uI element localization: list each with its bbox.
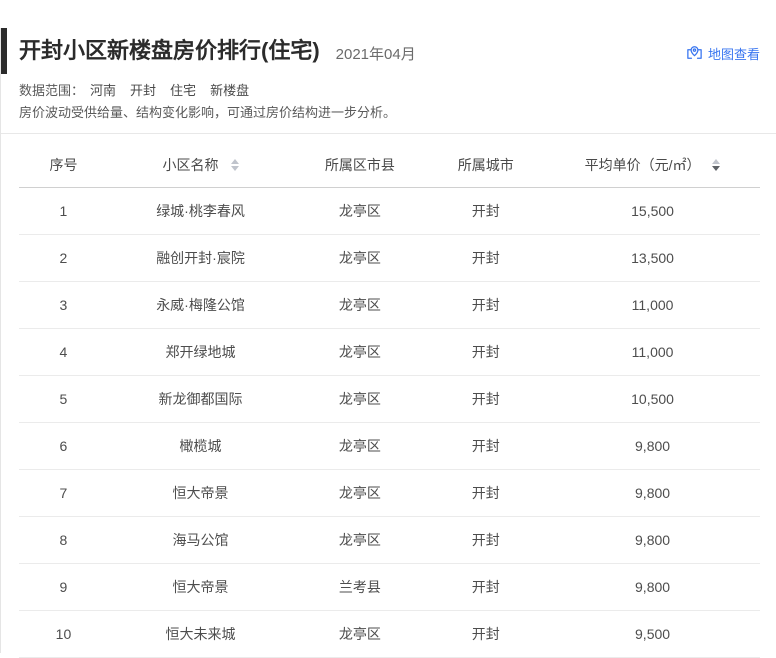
price-cell: 9,800 <box>545 564 760 611</box>
map-view-link[interactable]: 地图查看 <box>686 40 760 63</box>
data-scope-item: 开封 <box>130 80 156 102</box>
table-row: 9 恒大帝景 兰考县 开封 9,800 <box>19 564 760 611</box>
caret-up-icon <box>712 159 720 164</box>
data-scope-label: 数据范围： <box>19 80 84 102</box>
district-cell: 龙亭区 <box>293 470 426 517</box>
map-view-link-label: 地图查看 <box>708 44 760 63</box>
data-scope-item: 河南 <box>90 80 116 102</box>
district-cell: 龙亭区 <box>293 423 426 470</box>
sort-carets-icon[interactable] <box>231 159 239 171</box>
col-header-district: 所属区市县 <box>293 142 426 188</box>
price-cell: 15,500 <box>545 188 760 235</box>
rank-cell: 1 <box>19 188 108 235</box>
price-cell: 11,000 <box>545 282 760 329</box>
rank-cell: 8 <box>19 517 108 564</box>
col-header-price[interactable]: 平均单价（元/㎡） <box>545 142 760 188</box>
report-date: 2021年04月 <box>336 39 416 64</box>
price-cell: 10,500 <box>545 376 760 423</box>
caret-up-icon <box>231 159 239 164</box>
section-divider <box>1 133 776 134</box>
rank-cell: 9 <box>19 564 108 611</box>
community-name-cell: 绿城·桃李春风 <box>108 188 293 235</box>
table-row: 10 恒大未来城 龙亭区 开封 9,500 <box>19 611 760 658</box>
table-row: 1 绿城·桃李春风 龙亭区 开封 15,500 <box>19 188 760 235</box>
community-name-cell: 恒大帝景 <box>108 564 293 611</box>
meta-block: 数据范围： 河南开封住宅新楼盘 房价波动受供给量、结构变化影响，可通过房价结构进… <box>1 74 776 124</box>
city-cell: 开封 <box>427 470 546 517</box>
analysis-note: 房价波动受供给量、结构变化影响，可通过房价结构进一步分析。 <box>19 102 760 124</box>
price-cell: 13,500 <box>545 235 760 282</box>
city-cell: 开封 <box>427 235 546 282</box>
sort-carets-icon[interactable] <box>712 159 720 171</box>
district-cell: 龙亭区 <box>293 235 426 282</box>
community-name-cell: 永威·梅隆公馆 <box>108 282 293 329</box>
table-row: 4 郑开绿地城 龙亭区 开封 11,000 <box>19 329 760 376</box>
city-cell: 开封 <box>427 329 546 376</box>
district-cell: 龙亭区 <box>293 611 426 658</box>
report-header: 开封小区新楼盘房价排行(住宅) 2021年04月 地图查看 <box>1 28 776 74</box>
data-scope-item: 住宅 <box>170 80 196 102</box>
price-cell: 11,000 <box>545 329 760 376</box>
caret-down-icon <box>712 166 720 171</box>
city-cell: 开封 <box>427 611 546 658</box>
table-row: 2 融创开封·宸院 龙亭区 开封 13,500 <box>19 235 760 282</box>
district-cell: 龙亭区 <box>293 188 426 235</box>
caret-down-icon <box>231 166 239 171</box>
community-name-cell: 恒大未来城 <box>108 611 293 658</box>
table-header-row: 序号 小区名称 所属区市县 所属城市 平均单价（元/㎡） <box>19 142 760 188</box>
table-row: 8 海马公馆 龙亭区 开封 9,800 <box>19 517 760 564</box>
map-pin-icon <box>686 45 703 61</box>
city-cell: 开封 <box>427 188 546 235</box>
community-name-cell: 新龙御都国际 <box>108 376 293 423</box>
title-accent-bar <box>1 28 7 74</box>
data-scope-item: 新楼盘 <box>210 80 249 102</box>
district-cell: 龙亭区 <box>293 517 426 564</box>
city-cell: 开封 <box>427 564 546 611</box>
city-cell: 开封 <box>427 517 546 564</box>
community-name-cell: 融创开封·宸院 <box>108 235 293 282</box>
rank-cell: 7 <box>19 470 108 517</box>
col-header-city: 所属城市 <box>427 142 546 188</box>
rank-cell: 10 <box>19 611 108 658</box>
data-scope-line: 数据范围： 河南开封住宅新楼盘 <box>19 80 760 102</box>
table-row: 6 橄榄城 龙亭区 开封 9,800 <box>19 423 760 470</box>
rank-cell: 4 <box>19 329 108 376</box>
rank-cell: 6 <box>19 423 108 470</box>
community-name-cell: 海马公馆 <box>108 517 293 564</box>
table-row: 7 恒大帝景 龙亭区 开封 9,800 <box>19 470 760 517</box>
district-cell: 兰考县 <box>293 564 426 611</box>
city-cell: 开封 <box>427 376 546 423</box>
col-header-name[interactable]: 小区名称 <box>108 142 293 188</box>
price-cell: 9,800 <box>545 423 760 470</box>
col-header-rank: 序号 <box>19 142 108 188</box>
district-cell: 龙亭区 <box>293 329 426 376</box>
table-row: 3 永威·梅隆公馆 龙亭区 开封 11,000 <box>19 282 760 329</box>
community-name-cell: 郑开绿地城 <box>108 329 293 376</box>
community-name-cell: 橄榄城 <box>108 423 293 470</box>
district-cell: 龙亭区 <box>293 376 426 423</box>
city-cell: 开封 <box>427 282 546 329</box>
price-cell: 9,800 <box>545 517 760 564</box>
price-rank-table: 序号 小区名称 所属区市县 所属城市 平均单价（元/㎡） <box>19 142 760 658</box>
city-cell: 开封 <box>427 423 546 470</box>
community-name-cell: 恒大帝景 <box>108 470 293 517</box>
price-cell: 9,500 <box>545 611 760 658</box>
price-cell: 9,800 <box>545 470 760 517</box>
rank-cell: 3 <box>19 282 108 329</box>
rank-cell: 5 <box>19 376 108 423</box>
page-title: 开封小区新楼盘房价排行(住宅) <box>19 38 320 64</box>
rank-cell: 2 <box>19 235 108 282</box>
table-row: 5 新龙御都国际 龙亭区 开封 10,500 <box>19 376 760 423</box>
district-cell: 龙亭区 <box>293 282 426 329</box>
